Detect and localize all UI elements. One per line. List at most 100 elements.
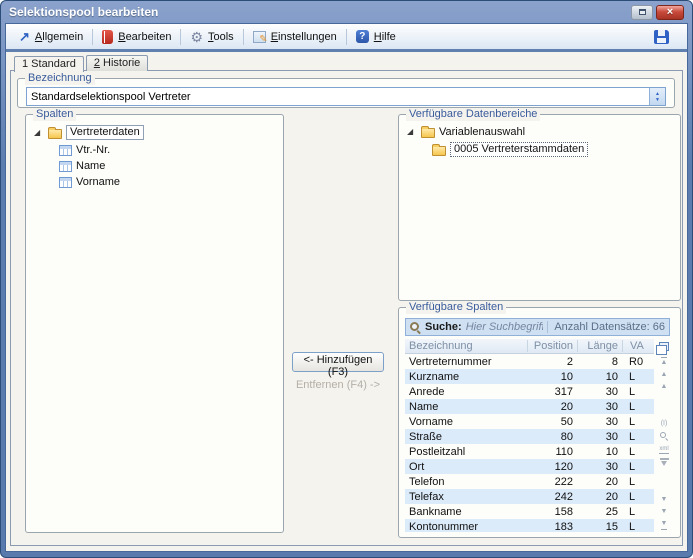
grid-row[interactable]: Kurzname 10 10 L <box>405 369 654 384</box>
tab-page-standard: Bezeichnung Standardselektionspool Vertr… <box>10 70 683 546</box>
cell-bezeichnung: Anrede <box>405 386 527 398</box>
tab-standard[interactable]: 1 Standard <box>14 56 84 72</box>
cell-position: 242 <box>527 491 577 503</box>
grid-search-icon[interactable] <box>660 432 669 441</box>
spin-down-icon: ▼ <box>655 97 660 103</box>
table-column-icon <box>59 177 72 188</box>
cell-position: 183 <box>527 521 577 533</box>
help-icon: ? <box>356 30 369 43</box>
tree-node-vtr-nr[interactable]: Vtr.-Nr. <box>59 144 283 156</box>
grid-row[interactable]: Kontonummer 183 15 L <box>405 519 654 532</box>
cell-position: 20 <box>527 401 577 413</box>
toolbar-item-bearbeiten[interactable]: Bearbeiten <box>95 28 178 46</box>
toolbar-label: Tools <box>208 31 234 43</box>
cell-laenge: 25 <box>577 506 622 518</box>
grid-header-row[interactable]: Bezeichnung Position Länge VA <box>405 339 654 354</box>
toolbar-label: Bearbeiten <box>118 31 171 43</box>
grid-row[interactable]: Vertreternummer 2 8 R0 <box>405 354 654 369</box>
scroll-up-icon[interactable]: ▲ <box>661 371 668 379</box>
tree-node-label[interactable]: Variablenauswahl <box>439 126 525 138</box>
toolbar-item-tools[interactable]: ⚙ Tools <box>183 28 240 46</box>
tree-node-vertreterdaten[interactable]: ◢ Vertreterdaten <box>34 125 283 140</box>
open-folder-icon <box>432 146 446 156</box>
spalten-group: Spalten ◢ Vertreterdaten Vtr.-Nr. Name V… <box>25 114 284 533</box>
close-button[interactable]: × <box>656 5 684 20</box>
grid-row[interactable]: Anrede 317 30 L <box>405 384 654 399</box>
cell-position: 2 <box>527 356 577 368</box>
window-body: ↗ Allgemein Bearbeiten ⚙ Tools ✎ Einstel… <box>5 23 688 552</box>
tree-node-vorname[interactable]: Vorname <box>59 176 283 188</box>
bezeichnung-combobox[interactable]: Standardselektionspool Vertreter ▲ ▼ <box>26 87 666 106</box>
maximize-button[interactable] <box>631 5 653 20</box>
xml-export-icon[interactable]: xml <box>659 445 668 454</box>
tree-node-label[interactable]: Vertreterdaten <box>66 125 144 140</box>
grid-row[interactable]: Telefon 222 20 L <box>405 474 654 489</box>
cell-bezeichnung: Bankname <box>405 506 527 518</box>
cell-va: L <box>622 491 652 503</box>
tree-node-label[interactable]: Vtr.-Nr. <box>76 144 110 156</box>
cell-laenge: 20 <box>577 476 622 488</box>
verfuegbare-spalten-group: Verfügbare Spalten Suche: Anzahl Datensä… <box>398 307 681 538</box>
column-header-laenge[interactable]: Länge <box>577 340 622 352</box>
search-input[interactable] <box>466 321 544 333</box>
pencil-icon: ✎ <box>259 35 267 45</box>
tree-node-label[interactable]: Vorname <box>76 176 120 188</box>
scroll-top-icon[interactable]: ▲ <box>661 357 668 367</box>
cell-laenge: 30 <box>577 431 622 443</box>
grid-row[interactable]: Straße 80 30 L <box>405 429 654 444</box>
grid-row[interactable]: Telefax 242 20 L <box>405 489 654 504</box>
toolbar-item-einstellungen[interactable]: ✎ Einstellungen <box>246 29 344 45</box>
add-button[interactable]: <- Hinzufügen (F3) <box>292 352 384 372</box>
datenbereiche-legend: Verfügbare Datenbereiche <box>406 108 540 121</box>
cell-va: L <box>622 431 652 443</box>
cell-bezeichnung: Vorname <box>405 416 527 428</box>
cell-bezeichnung: Postleitzahl <box>405 446 527 458</box>
scroll-down-icon[interactable]: ▼ <box>661 508 668 516</box>
grid-row[interactable]: Ort 120 30 L <box>405 459 654 474</box>
column-header-va[interactable]: VA <box>622 340 652 352</box>
toolbar-item-hilfe[interactable]: ? Hilfe <box>349 28 403 45</box>
column-header-position[interactable]: Position <box>527 340 577 352</box>
save-button[interactable] <box>652 28 671 46</box>
cell-va: L <box>622 521 652 533</box>
notebook-icon <box>102 30 113 44</box>
tree-node-label[interactable]: Name <box>76 160 105 172</box>
page-up-icon[interactable]: ▲ <box>661 383 668 391</box>
tree-node-variablenauswahl[interactable]: ◢ Variablenauswahl <box>407 125 680 138</box>
table-column-icon <box>59 161 72 172</box>
tab-historie[interactable]: 2 Historie <box>86 55 148 71</box>
cell-position: 110 <box>527 446 577 458</box>
cell-position: 50 <box>527 416 577 428</box>
grid-row[interactable]: Vorname 50 30 L <box>405 414 654 429</box>
expander-icon[interactable]: ◢ <box>34 129 44 137</box>
bezeichnung-spinner[interactable]: ▲ ▼ <box>649 88 665 105</box>
search-bar: Suche: Anzahl Datensätze: 66 <box>405 318 670 336</box>
cell-laenge: 10 <box>577 371 622 383</box>
cell-bezeichnung: Kurzname <box>405 371 527 383</box>
tree-node-vertreterstammdaten[interactable]: 0005 Vertreterstammdaten <box>432 142 680 157</box>
page-down-icon[interactable]: ▼ <box>661 496 668 504</box>
cell-position: 10 <box>527 371 577 383</box>
toolbar-item-allgemein[interactable]: ↗ Allgemein <box>12 28 90 45</box>
cell-va: L <box>622 506 652 518</box>
copy-columns-icon[interactable] <box>659 342 669 351</box>
datenbereiche-group: Verfügbare Datenbereiche ◢ Variablenausw… <box>398 114 681 301</box>
scroll-bottom-icon[interactable]: ▼ <box>661 520 668 530</box>
grid-row[interactable]: Bankname 158 25 L <box>405 504 654 519</box>
expander-icon[interactable]: ◢ <box>407 128 417 136</box>
cell-va: L <box>622 476 652 488</box>
toolbar: ↗ Allgemein Bearbeiten ⚙ Tools ✎ Einstel… <box>6 24 687 52</box>
remove-button-disabled[interactable]: Entfernen (F4) -> <box>278 379 398 391</box>
grid-row[interactable]: Postleitzahl 110 10 L <box>405 444 654 459</box>
cell-bezeichnung: Name <box>405 401 527 413</box>
tree-node-label[interactable]: 0005 Vertreterstammdaten <box>450 142 588 157</box>
column-header-bezeichnung[interactable]: Bezeichnung <box>405 340 527 352</box>
columns-grid: Bezeichnung Position Länge VA Vertretern… <box>405 339 674 532</box>
grid-row[interactable]: Name 20 30 L <box>405 399 654 414</box>
filter-icon[interactable] <box>660 458 669 467</box>
tree-node-name[interactable]: Name <box>59 160 283 172</box>
selection-brackets-icon[interactable]: (I) <box>661 420 668 428</box>
cell-va: L <box>622 446 652 458</box>
titlebar[interactable]: Selektionspool bearbeiten × <box>1 1 692 23</box>
cell-bezeichnung: Telefax <box>405 491 527 503</box>
